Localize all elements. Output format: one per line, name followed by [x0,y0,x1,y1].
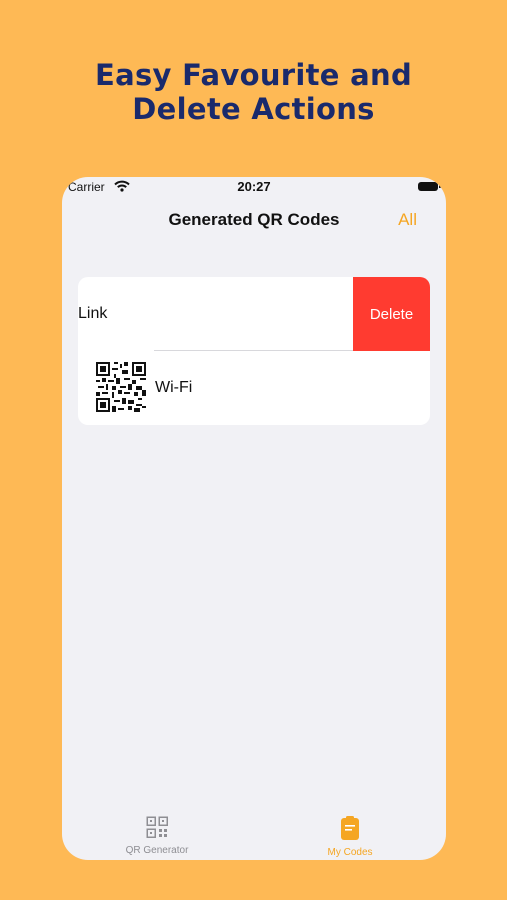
status-time: 20:27 [237,179,271,194]
qr-code-list: Link Delete Wi-Fi [78,277,430,425]
delete-button[interactable]: Delete [353,277,430,351]
tab-label: My Codes [327,847,373,858]
status-bar: Carrier 20:27 [62,177,446,199]
battery-icon [418,182,441,191]
codes-card-icon [339,816,361,844]
promo-title: Easy Favourite and Delete Actions [0,58,507,126]
tab-qr-generator[interactable]: QR Generator [87,816,227,856]
qr-code-icon [146,816,168,842]
qr-code-thumbnail-icon [96,362,146,412]
phone-screen: Carrier 20:27 Generated QR Codes All Lin… [62,177,446,860]
all-button[interactable]: All [398,210,417,230]
promo-title-line1: Easy Favourite and [94,58,413,92]
tab-my-codes[interactable]: My Codes [280,816,420,858]
tab-label: QR Generator [125,845,189,856]
tab-bar: QR Generator My Codes [62,810,446,860]
page-title: Generated QR Codes [168,210,340,229]
promo-title-line2: Delete Actions [132,92,375,126]
list-item-link[interactable]: Link Delete [78,277,430,351]
list-item-wifi[interactable]: Wi-Fi [78,351,430,425]
list-item-label: Wi-Fi [155,379,193,396]
list-item-label: Link [78,305,108,322]
